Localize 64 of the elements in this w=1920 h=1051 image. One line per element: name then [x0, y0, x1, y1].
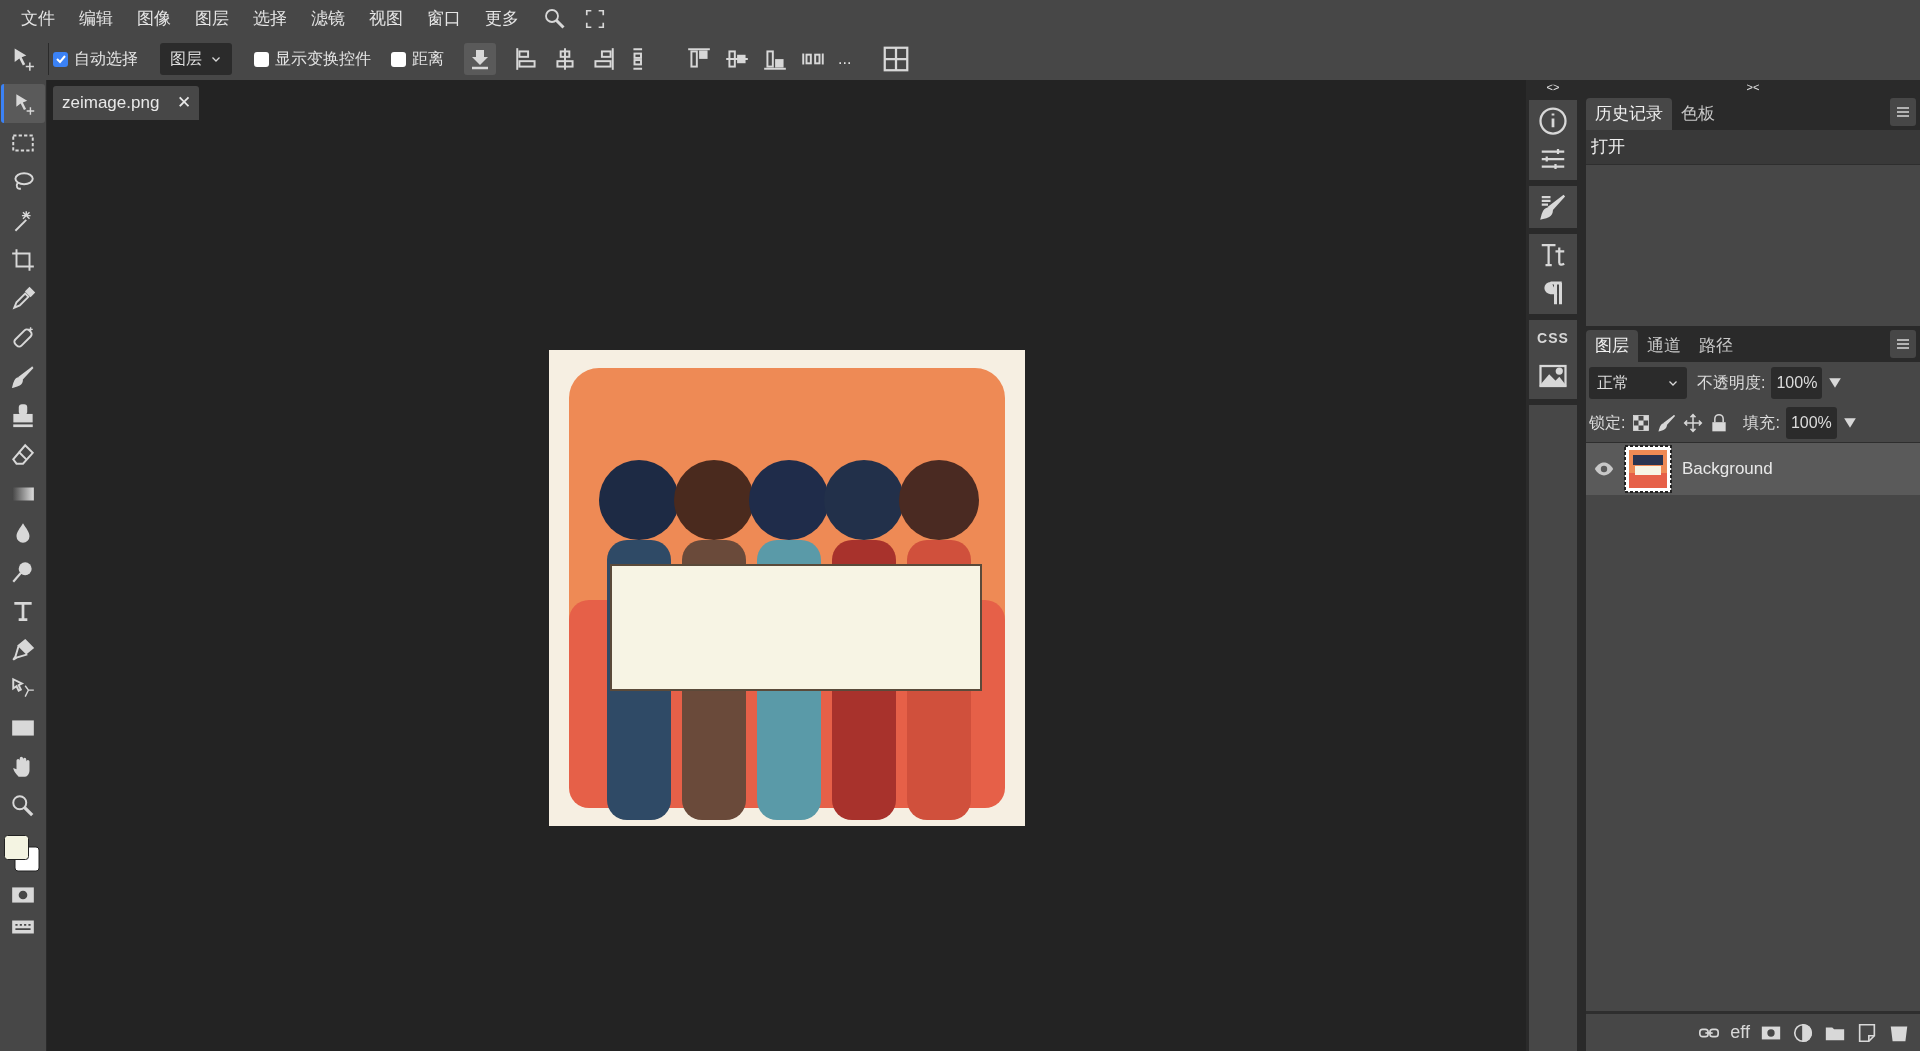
lock-label: 锁定: [1589, 413, 1626, 433]
layer-row[interactable]: Background [1586, 443, 1920, 495]
menu-item[interactable]: 选择 [242, 4, 298, 34]
document-title: zeimage.png [62, 92, 160, 115]
menu-item[interactable]: 图层 [184, 4, 240, 34]
pen-icon [10, 636, 36, 663]
checkbox-label: 显示变换控件 [275, 49, 371, 69]
triangle-icon[interactable] [1828, 376, 1843, 390]
menu-item[interactable]: 视图 [358, 4, 414, 34]
panel-menu-button[interactable] [1890, 330, 1916, 358]
search-icon [543, 7, 567, 31]
opacity-field[interactable]: 100% [1771, 367, 1823, 399]
panel-menu-button[interactable] [1890, 98, 1916, 126]
panel-tab[interactable]: 通道 [1638, 330, 1690, 362]
panel-tab[interactable]: 路径 [1690, 330, 1742, 362]
color-swatches[interactable] [4, 835, 40, 873]
eraser-icon [10, 441, 36, 468]
menu-item[interactable]: 滤镜 [300, 4, 356, 34]
triangle-icon[interactable] [1842, 416, 1857, 430]
layer-name: Background [1682, 458, 1773, 481]
layer-dropdown[interactable]: 图层 [160, 43, 232, 75]
history-entry[interactable]: 打开 [1586, 130, 1920, 165]
brush-icon[interactable] [1657, 413, 1678, 433]
menu-item[interactable]: 窗口 [416, 4, 472, 34]
checkbox-label: 距离 [412, 49, 444, 69]
brush-settings-icon[interactable] [1538, 192, 1568, 222]
close-button[interactable]: ✕ [177, 90, 192, 116]
checkbox-label: 自动选择 [74, 49, 138, 69]
expand-button[interactable]: <> [1546, 80, 1560, 94]
fill-field[interactable]: 100% [1785, 407, 1837, 439]
bandage-icon [10, 324, 36, 351]
download-button[interactable] [464, 43, 496, 75]
collapse-button[interactable]: >< [1746, 80, 1760, 94]
menu-item[interactable]: 图像 [126, 4, 182, 34]
blend-mode-dropdown[interactable]: 正常 [1589, 367, 1687, 399]
fullscreen-icon [584, 8, 606, 30]
checkbox[interactable] [53, 51, 68, 67]
checkbox[interactable] [254, 51, 269, 67]
effects-button[interactable]: eff [1730, 1019, 1750, 1046]
document-tab[interactable]: zeimage.png ✕ [53, 86, 200, 120]
panel-tab[interactable]: 图层 [1586, 330, 1638, 362]
tool-button[interactable] [1, 84, 45, 123]
new-layer-icon[interactable] [1856, 1021, 1878, 1044]
zoom-icon [10, 792, 36, 819]
info-icon[interactable] [1538, 106, 1568, 136]
checkbox[interactable] [391, 51, 406, 67]
css-button[interactable]: CSS [1537, 328, 1569, 349]
menu-item[interactable]: 文件 [10, 4, 66, 34]
move-icon[interactable] [1683, 413, 1704, 433]
menu-icon [1895, 336, 1911, 352]
menu-icon [1895, 104, 1911, 120]
crop-icon [10, 246, 36, 273]
eyedropper-icon [10, 285, 36, 312]
layer-thumbnail [1624, 445, 1672, 493]
adjustment-icon[interactable] [1792, 1021, 1814, 1044]
stamp-icon [10, 402, 36, 429]
opacity-label: 不透明度: [1697, 373, 1766, 393]
checker-icon[interactable] [1631, 413, 1652, 433]
more-button[interactable]: ... [838, 47, 852, 71]
fill-label: 填充: [1743, 413, 1780, 433]
panel-tab[interactable]: 历史记录 [1586, 98, 1672, 130]
panel-tab[interactable]: 色板 [1672, 98, 1724, 130]
menu-item[interactable]: 更多 [474, 4, 530, 34]
menu-item[interactable]: 编辑 [68, 4, 124, 34]
